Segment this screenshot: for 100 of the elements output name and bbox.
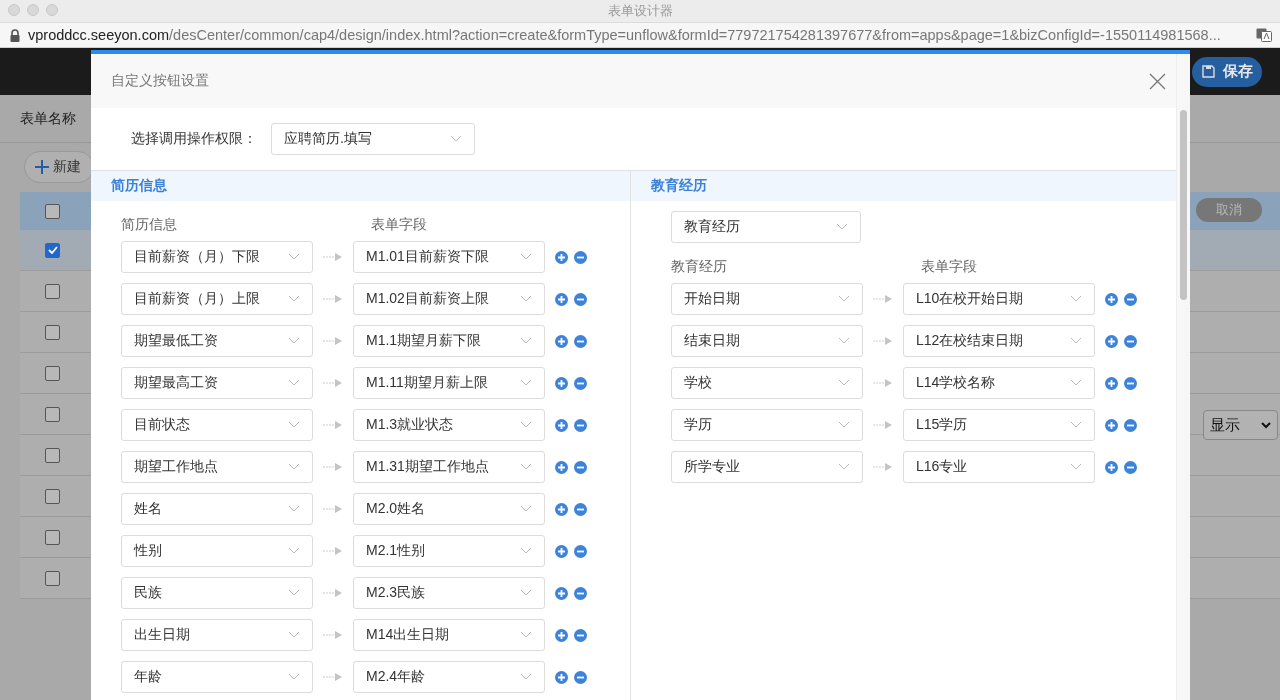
arrow-right-icon (323, 253, 343, 261)
checkbox[interactable] (45, 365, 60, 381)
remove-icon[interactable] (574, 502, 587, 516)
checkbox[interactable] (45, 406, 60, 422)
field-dropdown[interactable]: M1.1期望月薪下限 (353, 325, 545, 357)
add-icon[interactable] (555, 502, 568, 516)
close-icon[interactable] (1149, 72, 1166, 90)
save-button[interactable]: 保存 (1192, 56, 1262, 87)
field-dropdown[interactable]: M1.11期望月薪上限 (353, 367, 545, 399)
checkbox[interactable] (45, 570, 60, 586)
chevron-down-icon (836, 223, 848, 231)
arrow-right-icon (323, 463, 343, 471)
source-dropdown[interactable]: 所学专业 (671, 451, 863, 483)
section-title: 简历信息 (111, 177, 167, 195)
add-icon[interactable] (1105, 376, 1118, 390)
checkbox[interactable] (45, 488, 60, 504)
remove-icon[interactable] (574, 292, 587, 306)
field-dropdown[interactable]: L15学历 (903, 409, 1095, 441)
source-dropdown[interactable]: 目前薪资（月）下限 (121, 241, 313, 273)
add-icon[interactable] (555, 544, 568, 558)
chevron-down-icon (520, 589, 532, 597)
add-icon[interactable] (1105, 460, 1118, 474)
checkbox[interactable] (45, 283, 60, 299)
chevron-down-icon (1070, 295, 1082, 303)
remove-icon[interactable] (1124, 418, 1137, 432)
remove-icon[interactable] (574, 376, 587, 390)
checkbox[interactable] (45, 203, 60, 219)
source-dropdown[interactable]: 姓名 (121, 493, 313, 525)
remove-icon[interactable] (1124, 292, 1137, 306)
field-dropdown[interactable]: M1.01目前薪资下限 (353, 241, 545, 273)
source-dropdown[interactable]: 出生日期 (121, 619, 313, 651)
arrow-right-icon (323, 589, 343, 597)
add-icon[interactable] (1105, 334, 1118, 348)
add-icon[interactable] (555, 460, 568, 474)
field-dropdown[interactable]: M14出生日期 (353, 619, 545, 651)
window-title: 表单设计器 (607, 2, 673, 20)
field-dropdown[interactable]: M2.4年龄 (353, 661, 545, 693)
source-dropdown[interactable]: 期望工作地点 (121, 451, 313, 483)
add-icon[interactable] (555, 376, 568, 390)
field-dropdown[interactable]: M2.1性别 (353, 535, 545, 567)
add-icon[interactable] (555, 334, 568, 348)
translate-icon[interactable] (1256, 28, 1272, 42)
remove-icon[interactable] (574, 334, 587, 348)
add-icon[interactable] (555, 586, 568, 600)
source-dropdown[interactable]: 期望最高工资 (121, 367, 313, 399)
add-icon[interactable] (555, 628, 568, 642)
arrow-right-icon (323, 631, 343, 639)
field-dropdown[interactable]: M2.0姓名 (353, 493, 545, 525)
source-dropdown[interactable]: 性别 (121, 535, 313, 567)
field-dropdown[interactable]: L14学校名称 (903, 367, 1095, 399)
new-button[interactable]: 新建 (24, 151, 94, 183)
add-icon[interactable] (555, 250, 568, 264)
source-dropdown[interactable]: 学历 (671, 409, 863, 441)
field-dropdown[interactable]: L16专业 (903, 451, 1095, 483)
add-icon[interactable] (555, 418, 568, 432)
display-dropdown[interactable]: 显示 (1203, 410, 1278, 440)
source-dropdown[interactable]: 结束日期 (671, 325, 863, 357)
field-dropdown[interactable]: M1.31期望工作地点 (353, 451, 545, 483)
remove-icon[interactable] (1124, 460, 1137, 474)
field-dropdown[interactable]: M1.3就业状态 (353, 409, 545, 441)
arrow-right-icon (323, 673, 343, 681)
field-dropdown[interactable]: M2.3民族 (353, 577, 545, 609)
field-dropdown[interactable]: M1.02目前薪资上限 (353, 283, 545, 315)
permission-dropdown[interactable]: 应聘简历.填写 (271, 123, 475, 155)
add-icon[interactable] (1105, 418, 1118, 432)
source-dropdown[interactable]: 开始日期 (671, 283, 863, 315)
chevron-down-icon (838, 295, 850, 303)
source-dropdown[interactable]: 期望最低工资 (121, 325, 313, 357)
field-dropdown[interactable]: L12在校结束日期 (903, 325, 1095, 357)
chevron-down-icon (288, 295, 300, 303)
add-icon[interactable] (1105, 292, 1118, 306)
source-dropdown[interactable]: 目前状态 (121, 409, 313, 441)
remove-icon[interactable] (574, 586, 587, 600)
chevron-down-icon (838, 421, 850, 429)
chevron-down-icon (838, 337, 850, 345)
remove-icon[interactable] (1124, 334, 1137, 348)
remove-icon[interactable] (574, 460, 587, 474)
checkbox[interactable] (45, 242, 60, 258)
chevron-down-icon (520, 421, 532, 429)
field-dropdown[interactable]: L10在校开始日期 (903, 283, 1095, 315)
source-dropdown[interactable]: 学校 (671, 367, 863, 399)
remove-icon[interactable] (574, 250, 587, 264)
arrow-right-icon (323, 295, 343, 303)
add-icon[interactable] (555, 670, 568, 684)
remove-icon[interactable] (1124, 376, 1137, 390)
checkbox[interactable] (45, 324, 60, 340)
remove-icon[interactable] (574, 628, 587, 642)
source-dropdown[interactable]: 年龄 (121, 661, 313, 693)
arrow-right-icon (323, 421, 343, 429)
remove-icon[interactable] (574, 544, 587, 558)
checkbox[interactable] (45, 529, 60, 545)
remove-icon[interactable] (574, 418, 587, 432)
checkbox[interactable] (45, 447, 60, 463)
source-dropdown[interactable]: 民族 (121, 577, 313, 609)
remove-icon[interactable] (574, 670, 587, 684)
chevron-down-icon (838, 379, 850, 387)
table-dropdown[interactable]: 教育经历 (671, 211, 861, 243)
add-icon[interactable] (555, 292, 568, 306)
source-dropdown[interactable]: 目前薪资（月）上限 (121, 283, 313, 315)
chevron-down-icon (288, 505, 300, 513)
